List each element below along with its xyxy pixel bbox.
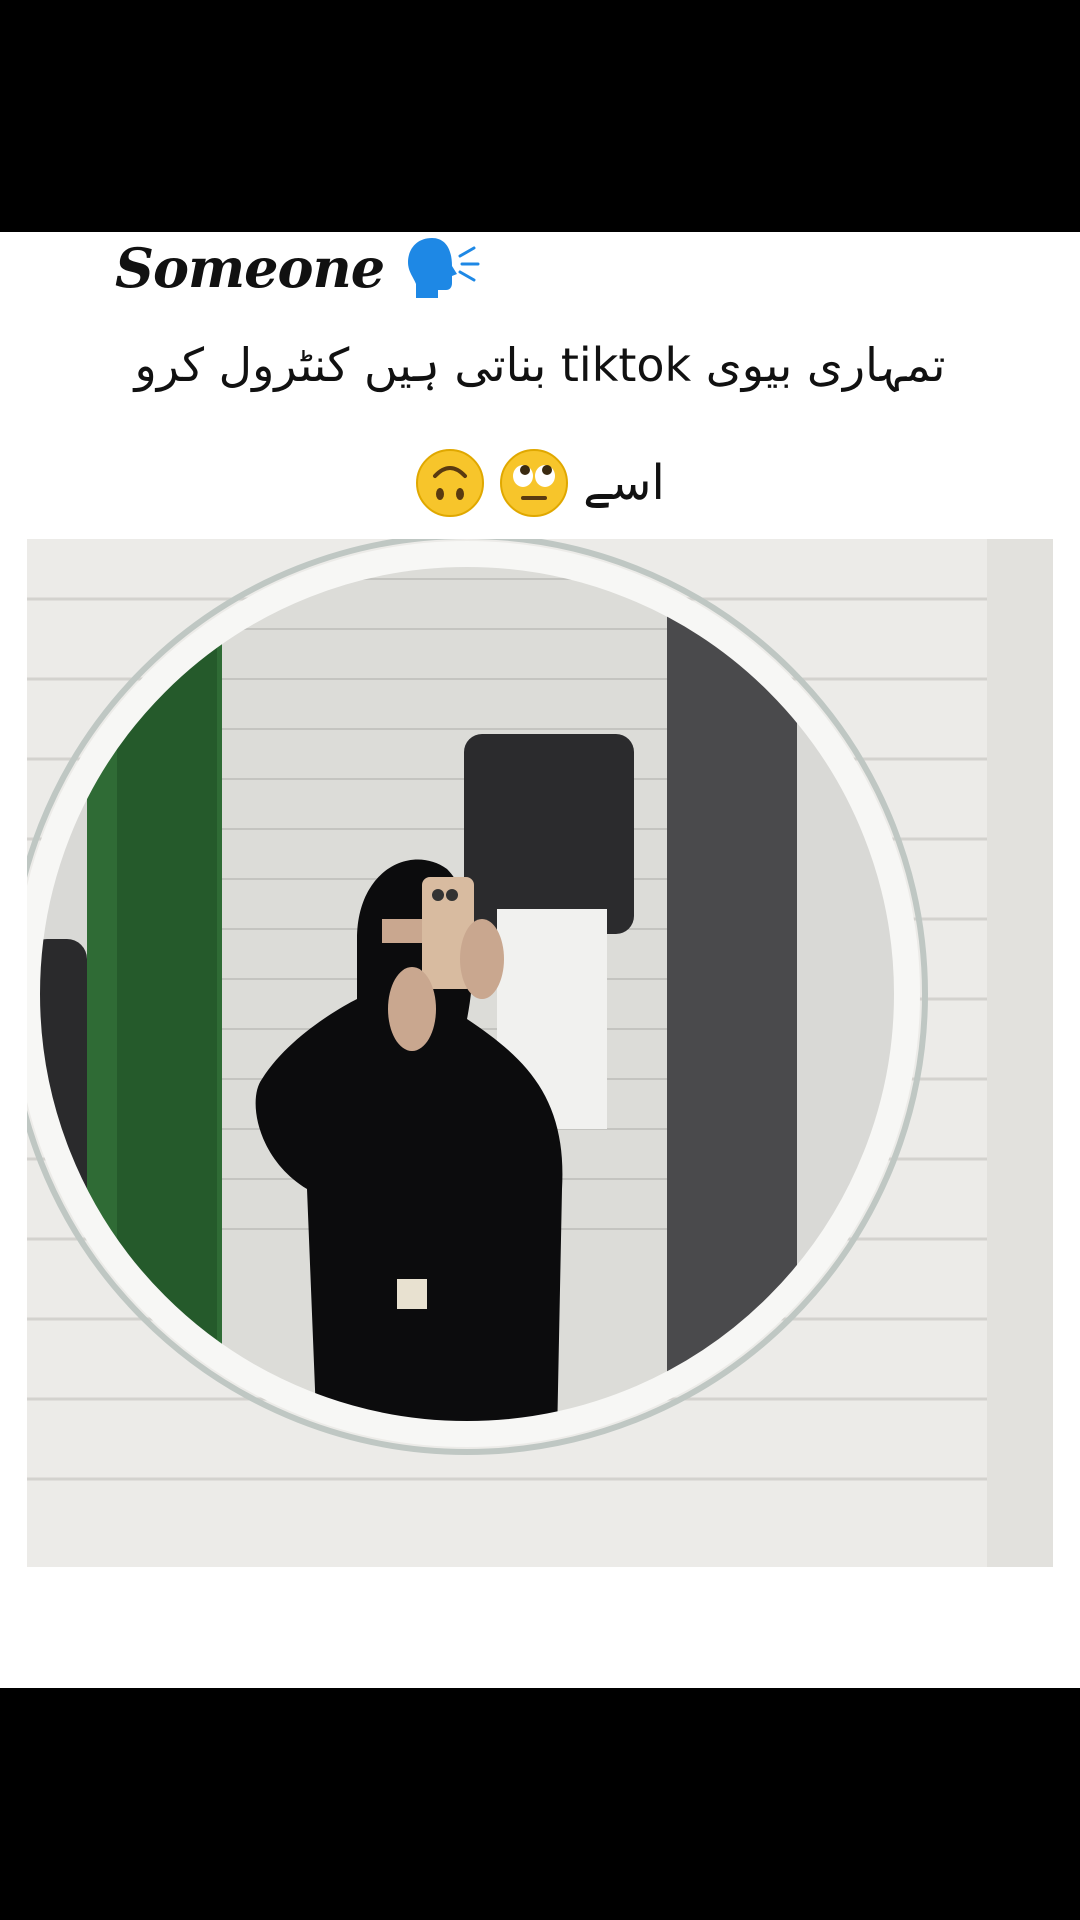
upside-down-face-icon <box>416 449 485 517</box>
eye-roll-face-icon <box>500 449 569 517</box>
urdu-caption-word: اسے <box>583 455 665 511</box>
speaking-head-icon <box>408 238 480 298</box>
speaker-label: Someone <box>115 236 385 300</box>
urdu-caption-line-1: تمہاری بیوی tiktok بناتی ہیں کنٹرول کرو <box>134 338 946 392</box>
bottom-black-bar <box>0 1688 1080 1920</box>
speaker-row: Someone <box>115 232 482 304</box>
top-black-bar <box>0 0 1080 232</box>
urdu-caption-line-2: اسے <box>0 448 1080 518</box>
mirror-selfie-photo <box>27 539 1053 1567</box>
